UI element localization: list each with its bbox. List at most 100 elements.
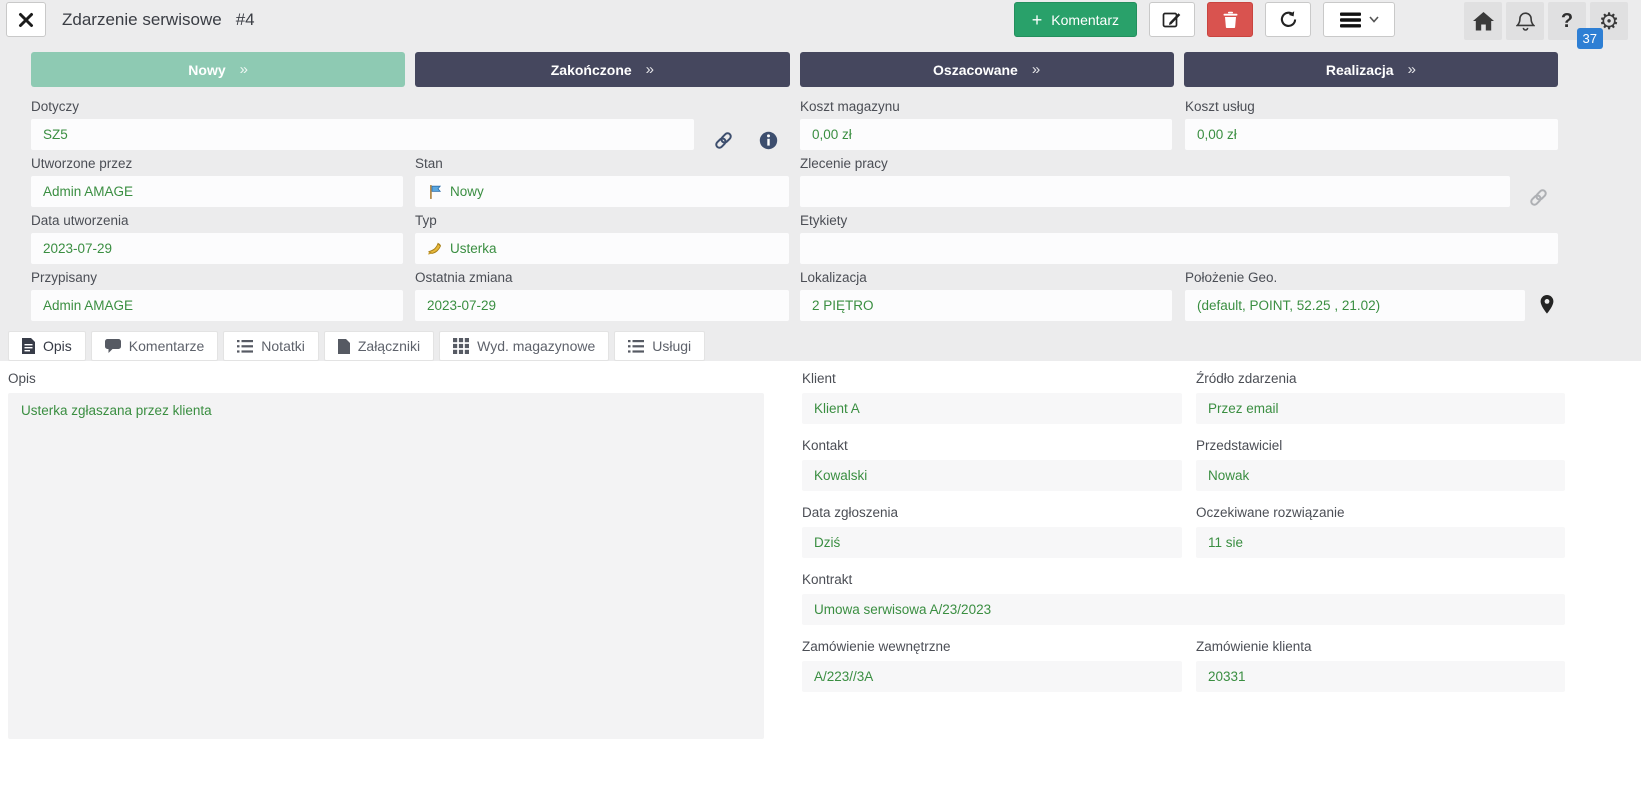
typ-label: Typ <box>415 213 789 230</box>
tab-notatki[interactable]: Notatki <box>223 331 319 361</box>
stan-field[interactable]: Nowy <box>415 176 789 207</box>
ostatnia-zmiana-label: Ostatnia zmiana <box>415 270 789 287</box>
overview-left-column: Dotyczy SZ5 Utworzone przez Admin AMAGE … <box>31 93 789 321</box>
tab-komentarze[interactable]: Komentarze <box>91 331 218 361</box>
utworzone-przez-label: Utworzone przez <box>31 156 403 173</box>
help-icon: ? <box>1561 10 1573 33</box>
page-title: Zdarzenie serwisowe #4 <box>62 10 255 30</box>
geo-map-button[interactable] <box>1540 295 1554 314</box>
comment-icon <box>105 339 121 354</box>
dotyczy-label: Dotyczy <box>31 99 789 116</box>
data-utworzenia-label: Data utworzenia <box>31 213 403 230</box>
workflow-step-label: Nowy <box>188 62 225 78</box>
typ-field[interactable]: Usterka <box>415 233 789 264</box>
double-arrow-icon: » <box>646 61 654 78</box>
edit-icon <box>1162 10 1182 30</box>
file-icon <box>338 339 350 354</box>
workflow-step-zakonczone[interactable]: Zakończone » <box>415 52 789 87</box>
kontakt-field[interactable]: Kowalski <box>802 460 1182 491</box>
data-utworzenia-field[interactable]: 2023-07-29 <box>31 233 403 264</box>
delete-button[interactable] <box>1207 2 1253 37</box>
workflow-step-realizacja[interactable]: Realizacja » <box>1184 52 1558 87</box>
koszt-uslug-field[interactable]: 0,00 zł <box>1185 119 1558 150</box>
notifications-button[interactable] <box>1506 2 1544 40</box>
record-header-section: Zdarzenie serwisowe #4 + Komentarz <box>0 0 1641 361</box>
data-zgloszenia-field[interactable]: Dziś <box>802 527 1182 558</box>
tab-zalaczniki[interactable]: Załączniki <box>324 331 434 361</box>
workflow-step-nowy[interactable]: Nowy » <box>31 52 405 87</box>
koszt-uslug-label: Koszt usług <box>1185 99 1558 116</box>
zrodlo-zdarzenia-field[interactable]: Przez email <box>1196 393 1565 424</box>
tab-label: Notatki <box>261 338 305 354</box>
help-button[interactable]: ? 37 <box>1548 2 1586 40</box>
polozenie-geo-label: Położenie Geo. <box>1185 270 1525 287</box>
trash-icon <box>1223 11 1238 28</box>
zlecenie-pracy-field[interactable] <box>800 176 1510 207</box>
przypisany-label: Przypisany <box>31 270 403 287</box>
tab-opis[interactable]: Opis <box>8 331 86 361</box>
ostatnia-zmiana-field[interactable]: 2023-07-29 <box>415 290 789 321</box>
tab-wyd-magazynowe[interactable]: Wyd. magazynowe <box>439 331 609 361</box>
dotyczy-link-button[interactable] <box>713 130 734 151</box>
zlecenie-pracy-link-button[interactable] <box>1528 187 1549 208</box>
zamowienie-klienta-field[interactable]: 20331 <box>1196 661 1565 692</box>
page-title-text: Zdarzenie serwisowe <box>62 10 222 29</box>
workflow-bar: Nowy » Zakończone » Oszacowane » Realiza… <box>31 52 1558 87</box>
workflow-step-oszacowane[interactable]: Oszacowane » <box>800 52 1174 87</box>
link-icon <box>713 130 734 151</box>
opis-text-field[interactable]: Usterka zgłaszana przez klienta <box>8 393 764 739</box>
refresh-button[interactable] <box>1265 2 1311 37</box>
utworzone-przez-field[interactable]: Admin AMAGE <box>31 176 403 207</box>
list-icon <box>628 340 644 353</box>
refresh-icon <box>1279 10 1298 29</box>
tab-label: Komentarze <box>129 338 204 354</box>
lokalizacja-field[interactable]: 2 PIĘTRO <box>800 290 1172 321</box>
klient-field[interactable]: Klient A <box>802 393 1182 424</box>
polozenie-geo-field[interactable]: (default, POINT, 52.25 , 21.02) <box>1185 290 1525 321</box>
description-panel: Opis Usterka zgłaszana przez klienta <box>0 361 790 795</box>
przypisany-field[interactable]: Admin AMAGE <box>31 290 403 321</box>
link-icon <box>1528 187 1549 208</box>
horn-icon <box>427 241 443 256</box>
action-toolbar: + Komentarz <box>1014 2 1395 37</box>
edit-button[interactable] <box>1149 2 1195 37</box>
oczekiwane-rozwiazanie-field[interactable]: 11 sie <box>1196 527 1565 558</box>
opis-label: Opis <box>8 371 790 388</box>
przedstawiciel-label: Przedstawiciel <box>1196 438 1565 455</box>
data-zgloszenia-label: Data zgłoszenia <box>802 505 1182 522</box>
lokalizacja-label: Lokalizacja <box>800 270 1172 287</box>
add-comment-button[interactable]: + Komentarz <box>1014 2 1137 37</box>
dotyczy-info-button[interactable] <box>759 131 778 150</box>
flag-icon <box>427 184 443 200</box>
menu-button[interactable] <box>1323 2 1395 37</box>
zamowienie-wewnetrzne-field[interactable]: A/223//3A <box>802 661 1182 692</box>
zamowienie-klienta-label: Zamówienie klienta <box>1196 639 1565 656</box>
kontrakt-field[interactable]: Umowa serwisowa A/23/2023 <box>802 594 1565 625</box>
home-button[interactable] <box>1464 2 1502 40</box>
global-nav: ? 37 ⚙ <box>1464 2 1628 40</box>
chevron-down-icon <box>1369 16 1379 23</box>
tab-content: Opis Usterka zgłaszana przez klienta Kli… <box>0 361 1641 795</box>
dotyczy-field[interactable]: SZ5 <box>31 119 694 150</box>
koszt-magazynu-field[interactable]: 0,00 zł <box>800 119 1172 150</box>
stan-label: Stan <box>415 156 789 173</box>
tab-label: Opis <box>43 338 72 354</box>
etykiety-field[interactable] <box>800 233 1558 264</box>
tab-uslugi[interactable]: Usługi <box>614 331 705 361</box>
zrodlo-zdarzenia-label: Źródło zdarzenia <box>1196 371 1565 388</box>
overview-fields: Dotyczy SZ5 Utworzone przez Admin AMAGE … <box>31 93 1558 321</box>
double-arrow-icon: » <box>240 61 248 78</box>
close-button[interactable] <box>6 2 46 37</box>
przedstawiciel-field[interactable]: Nowak <box>1196 460 1565 491</box>
workflow-step-label: Zakończone <box>551 62 632 78</box>
list-icon <box>237 340 253 353</box>
koszt-magazynu-label: Koszt magazynu <box>800 99 1172 116</box>
zlecenie-pracy-label: Zlecenie pracy <box>800 156 1558 173</box>
document-icon <box>22 338 35 354</box>
record-number: #4 <box>236 10 255 29</box>
kontrakt-label: Kontrakt <box>802 572 1565 589</box>
double-arrow-icon: » <box>1408 61 1416 78</box>
grid-icon <box>453 338 469 354</box>
tab-label: Załączniki <box>358 338 420 354</box>
close-icon <box>18 12 34 28</box>
